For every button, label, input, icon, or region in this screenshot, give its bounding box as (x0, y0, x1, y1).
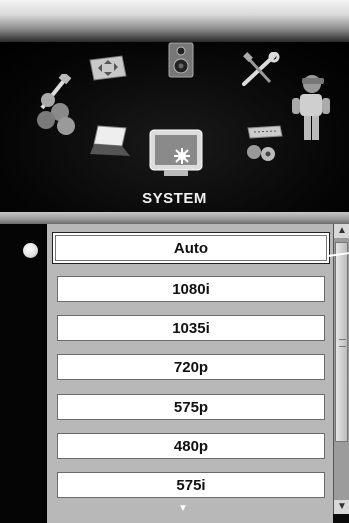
option-list-area: Auto 1080i 1035i 720p 575p 480p 575i ▲ ▼ (0, 224, 349, 523)
tools-icon[interactable] (240, 51, 280, 93)
more-below-arrow-icon: ▼ (178, 503, 188, 514)
speaker-icon[interactable] (168, 42, 194, 83)
laptop-icon[interactable] (88, 124, 132, 163)
option-720p[interactable]: 720p (57, 354, 325, 380)
option-label: 1080i (172, 280, 210, 298)
color-balls-icon[interactable] (36, 71, 84, 141)
scroll-thumb[interactable] (335, 242, 348, 442)
option-label: 1035i (172, 319, 210, 337)
input-connector-icon[interactable] (242, 124, 286, 169)
scroll-down-arrow-icon[interactable]: ▼ (334, 500, 349, 514)
selection-gutter (0, 224, 47, 523)
category-carousel: SYSTEM (0, 42, 349, 212)
osd-menu-window: SYSTEM Auto 1080i 1035i 720p 575p 480p 5… (0, 0, 349, 523)
option-label: 575p (173, 398, 209, 416)
option-label: Auto (173, 239, 209, 257)
resolution-listbox: Auto 1080i 1035i 720p 575p 480p 575i (47, 224, 333, 523)
scroll-up-arrow-icon[interactable]: ▲ (334, 224, 349, 238)
scroll-grip-icon (339, 339, 346, 347)
option-575p[interactable]: 575p (57, 394, 325, 420)
picture-adjust-icon[interactable] (88, 54, 128, 87)
top-bar (0, 0, 349, 42)
system-monitor-icon[interactable] (148, 128, 204, 183)
user-icon[interactable] (290, 72, 330, 149)
category-label: SYSTEM (142, 190, 207, 207)
option-575i[interactable]: 575i (57, 472, 325, 498)
list-scrollbar[interactable]: ▲ ▼ (333, 224, 349, 514)
selected-indicator-icon (23, 243, 38, 258)
option-480p[interactable]: 480p (57, 433, 325, 459)
panel-divider (0, 212, 349, 224)
option-label: 480p (173, 437, 209, 455)
option-label: 720p (173, 358, 209, 376)
option-1080i[interactable]: 1080i (57, 276, 325, 302)
option-auto[interactable]: Auto (52, 232, 330, 264)
option-label: 575i (176, 476, 206, 494)
option-1035i[interactable]: 1035i (57, 315, 325, 341)
